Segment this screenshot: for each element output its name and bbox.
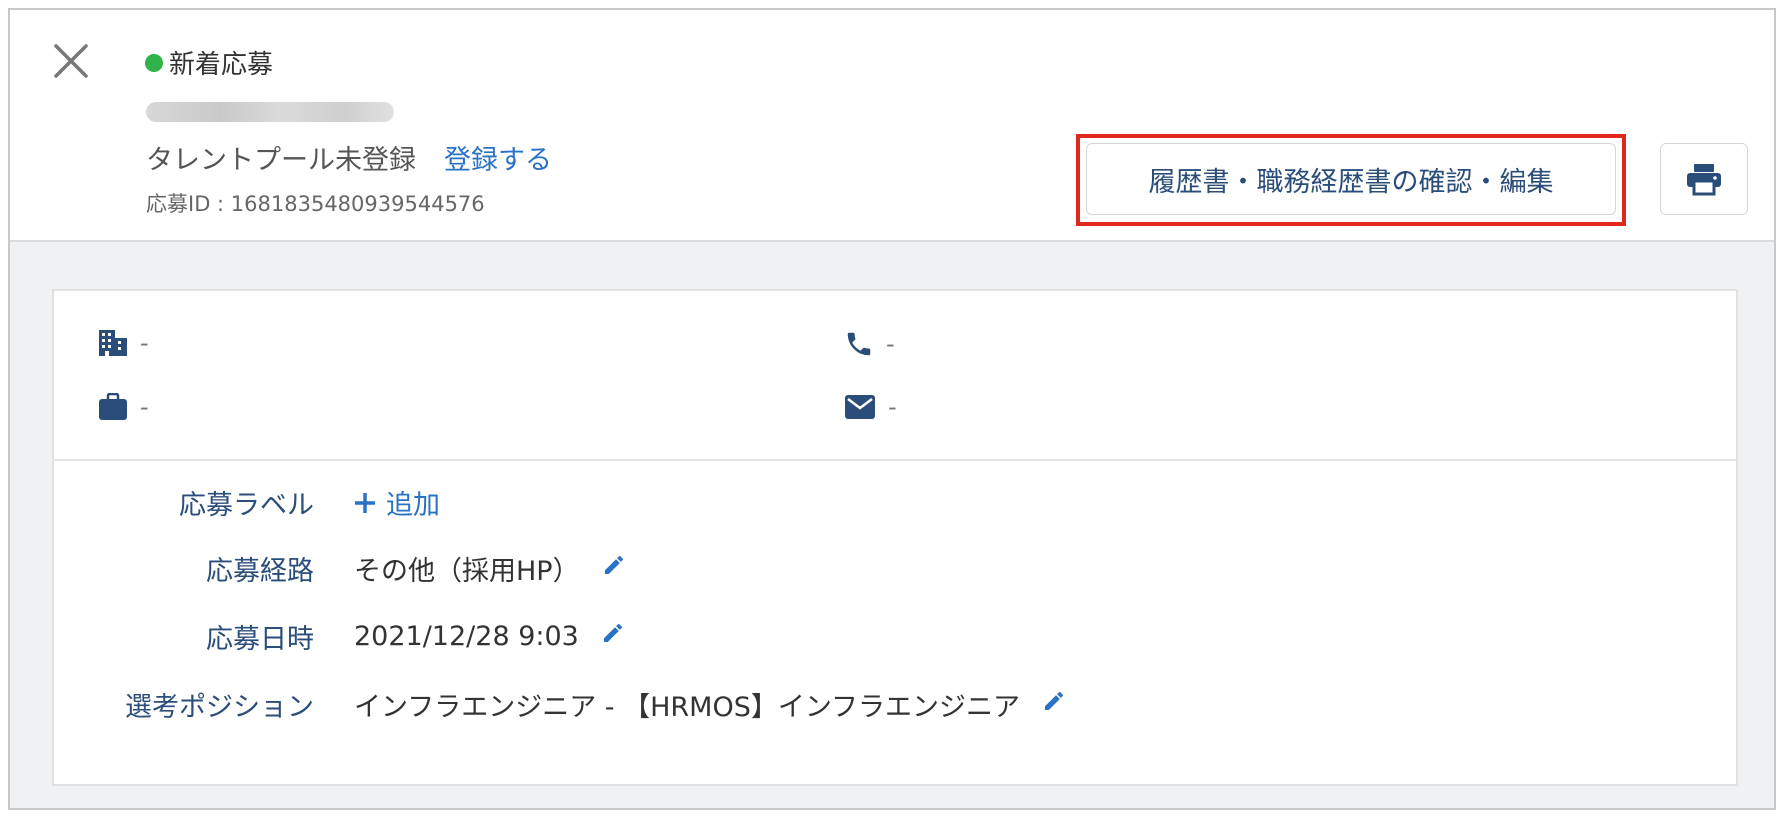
application-date-row: 応募日時 2021/12/28 9:03 bbox=[54, 617, 1736, 656]
building-icon bbox=[99, 330, 127, 356]
phone-icon bbox=[847, 332, 871, 356]
pencil-icon bbox=[604, 555, 623, 574]
job-value: - bbox=[140, 393, 149, 421]
mail-icon bbox=[845, 395, 875, 419]
application-id: 応募ID : 1681835480939544576 bbox=[146, 192, 485, 216]
applicant-detail-card: - - - - 応募ラベル 追加 応募経路 その他（採用HP） 応募日時 202… bbox=[52, 289, 1738, 786]
close-icon bbox=[54, 44, 88, 78]
edit-position-button[interactable] bbox=[1042, 689, 1066, 720]
application-date-label: 応募日時 bbox=[206, 624, 314, 655]
status-label: 新着応募 bbox=[169, 50, 274, 80]
print-button[interactable] bbox=[1660, 143, 1748, 215]
applicant-email-redacted bbox=[146, 102, 394, 122]
add-label-button[interactable]: 追加 bbox=[354, 483, 440, 522]
close-button[interactable] bbox=[50, 40, 92, 82]
application-label-row: 応募ラベル 追加 bbox=[54, 483, 1736, 522]
phone-item: - bbox=[844, 329, 895, 359]
register-link[interactable]: 登録する bbox=[444, 138, 552, 177]
status-dot-icon bbox=[145, 53, 163, 72]
application-source-row: 応募経路 その他（採用HP） bbox=[54, 549, 1736, 588]
talent-pool-row: タレントプール未登録 登録する bbox=[146, 138, 552, 177]
edit-source-button[interactable] bbox=[602, 553, 626, 584]
email-item: - bbox=[844, 393, 897, 421]
application-date-value: 2021/12/28 9:03 bbox=[354, 621, 579, 652]
job-item: - bbox=[98, 393, 149, 421]
talent-pool-status: タレントプール未登録 bbox=[146, 145, 416, 176]
application-source-label: 応募経路 bbox=[206, 556, 314, 587]
selection-position-label: 選考ポジション bbox=[125, 692, 314, 723]
resume-edit-button[interactable]: 履歴書・職務経歴書の確認・編集 bbox=[1086, 143, 1616, 215]
email-value: - bbox=[888, 393, 897, 421]
application-source-value: その他（採用HP） bbox=[354, 556, 580, 587]
edit-date-button[interactable] bbox=[601, 621, 625, 652]
selection-position-row: 選考ポジション インフラエンジニア - 【HRMOS】インフラエンジニア bbox=[54, 685, 1736, 724]
contact-section: - - - - bbox=[54, 291, 1736, 461]
applicant-panel: 新着応募 タレントプール未登録 登録する 応募ID : 168183548093… bbox=[8, 8, 1776, 810]
plus-icon bbox=[355, 492, 375, 513]
company-item: - bbox=[98, 329, 149, 357]
status-row: 新着応募 bbox=[145, 44, 273, 81]
phone-value: - bbox=[886, 330, 895, 358]
printer-icon bbox=[1687, 164, 1721, 196]
briefcase-icon bbox=[99, 393, 127, 420]
panel-header: 新着応募 タレントプール未登録 登録する 応募ID : 168183548093… bbox=[10, 10, 1774, 242]
selection-position-value: インフラエンジニア - 【HRMOS】インフラエンジニア bbox=[354, 692, 1021, 723]
add-label-text: 追加 bbox=[386, 490, 440, 521]
pencil-icon bbox=[1045, 691, 1064, 710]
application-label-label: 応募ラベル bbox=[179, 490, 314, 521]
company-value: - bbox=[140, 329, 149, 357]
pencil-icon bbox=[603, 623, 622, 642]
